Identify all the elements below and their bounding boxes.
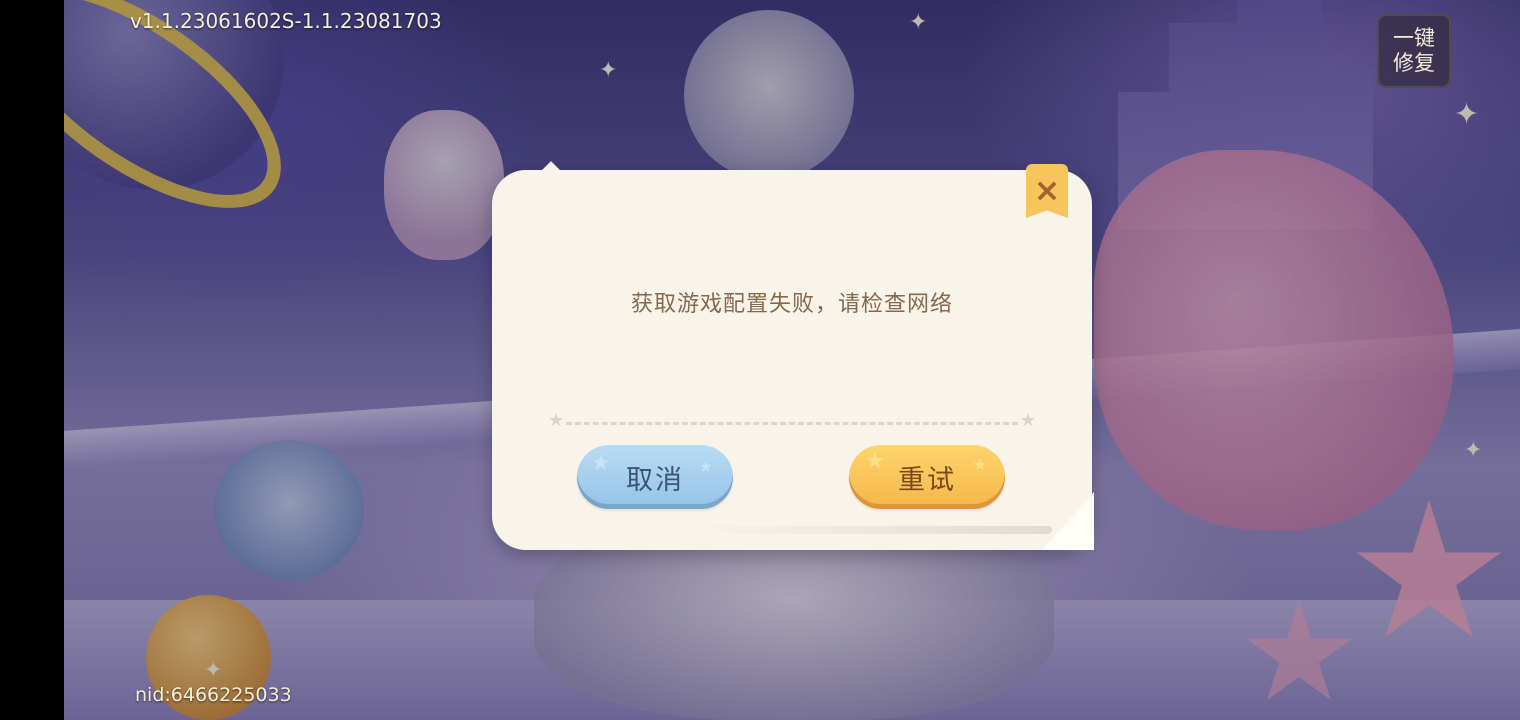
close-icon: × [1033, 171, 1061, 209]
star-decoration-icon: ★ [972, 455, 989, 474]
repair-button-label-line1: 一键 [1393, 26, 1435, 50]
retry-button[interactable]: ★ ★ 重试 [849, 445, 1005, 509]
nid-label: nid:6466225033 [135, 684, 292, 706]
star-icon: ★ [1019, 410, 1036, 431]
star-decoration-icon: ★ [698, 457, 715, 476]
retry-button-label: 重试 [898, 464, 956, 496]
cancel-button[interactable]: ★ ★ 取消 [577, 445, 733, 509]
dashed-divider: ★ ★ [548, 412, 1036, 430]
cancel-button-label: 取消 [626, 464, 684, 496]
one-click-repair-button[interactable]: 一键 修复 [1377, 14, 1451, 88]
error-dialog: × 获取游戏配置失败，请检查网络 ★ ★ ★ ★ 取消 ★ ★ 重试 [492, 164, 1094, 550]
star-decoration-icon: ★ [865, 449, 887, 474]
letterbox-left [0, 0, 64, 720]
page-curl-corner [1042, 492, 1094, 550]
dialog-shadow-streak [692, 526, 1052, 534]
error-message: 获取游戏配置失败，请检查网络 [630, 292, 953, 317]
star-icon: ★ [548, 410, 565, 431]
close-button[interactable]: × [1026, 164, 1068, 218]
repair-button-label-line2: 修复 [1393, 51, 1435, 75]
star-decoration-icon: ★ [591, 451, 613, 476]
version-label: v1.1.23061602S-1.1.23081703 [130, 9, 442, 33]
divider-line [566, 422, 1018, 425]
